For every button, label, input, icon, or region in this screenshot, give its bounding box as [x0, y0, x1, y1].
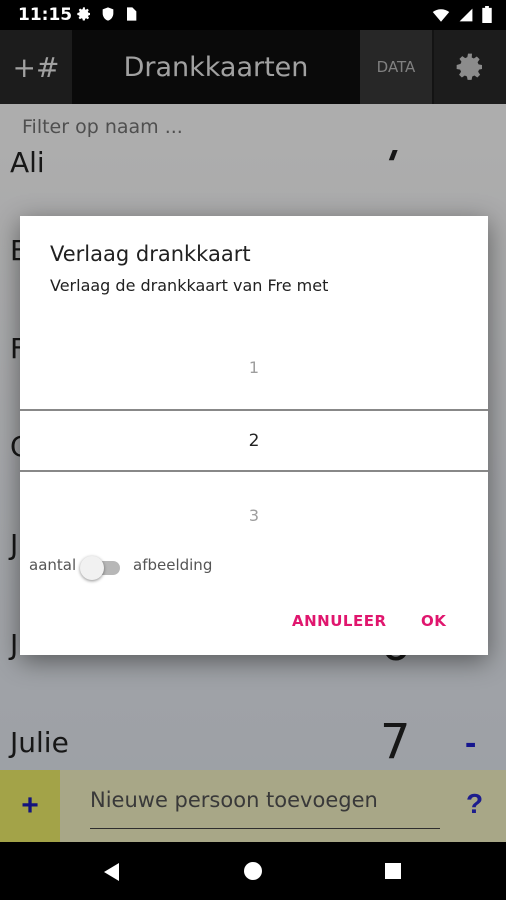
back-icon[interactable] [100, 860, 124, 884]
decrease-dialog: Verlaag drankkaart Verlaag de drankkaart… [20, 216, 488, 655]
recents-icon[interactable] [384, 862, 402, 880]
toggle-label-aantal: aantal [29, 556, 77, 574]
status-icons-right [432, 6, 492, 23]
status-bar: 11:15 [0, 0, 506, 30]
shield-icon [102, 7, 114, 21]
home-icon[interactable] [243, 861, 263, 881]
signal-icon [459, 8, 473, 21]
picker-value-above[interactable]: 1 [20, 358, 488, 377]
dialog-subtitle: Verlaag de drankkaart van Fre met [50, 276, 329, 295]
picker-value-below[interactable]: 3 [20, 506, 488, 525]
battery-icon [482, 6, 492, 23]
picker-value-selected[interactable]: 2 [20, 431, 488, 451]
dialog-title: Verlaag drankkaart [50, 242, 251, 266]
status-time: 11:15 [18, 5, 73, 25]
picker-divider-bottom [20, 470, 488, 472]
status-icons-left [76, 6, 138, 22]
navigation-bar [0, 842, 506, 900]
cancel-button[interactable]: ANNULEER [292, 612, 387, 630]
sim-card-icon [127, 7, 137, 21]
picker-divider-top [20, 409, 488, 411]
toggle-label-afbeelding: afbeelding [133, 556, 213, 574]
ok-button[interactable]: OK [421, 612, 446, 630]
gear-icon [77, 7, 90, 21]
mode-toggle-thumb[interactable] [80, 556, 104, 580]
wifi-icon [432, 8, 450, 22]
